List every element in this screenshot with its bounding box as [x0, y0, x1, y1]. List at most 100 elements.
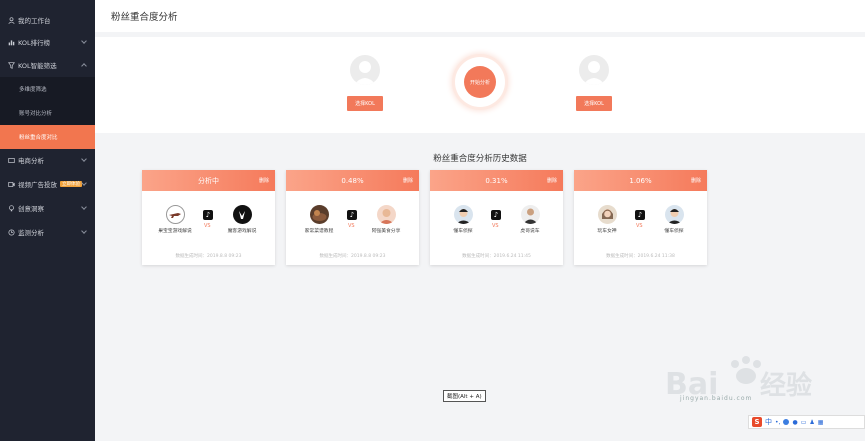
sub-item-account-compare[interactable]: 账号对比分析	[0, 101, 95, 125]
kol-right[interactable]: 阿强美食分享	[366, 205, 406, 234]
avatar	[664, 205, 684, 224]
screenshot-tooltip: 截图(Alt + A)	[443, 390, 486, 402]
avatar	[453, 205, 473, 224]
history-card[interactable]: 0.31% 删除 懂车侦探 ♪ VS 虎哥说车 数据生成时间：2019.6.24…	[430, 170, 563, 265]
overlap-value: 分析中	[198, 176, 219, 185]
avatar-placeholder	[350, 55, 380, 85]
tiktok-icon: ♪	[203, 210, 213, 220]
avatar	[165, 205, 185, 224]
kol-name: 虎哥说车	[520, 229, 540, 234]
delete-button[interactable]: 删除	[403, 177, 413, 184]
lang-toggle[interactable]: 中	[765, 417, 772, 427]
overlap-value: 0.48%	[341, 176, 364, 185]
kol-right[interactable]: 懂车侦探	[654, 205, 694, 234]
kol-name: 家常菜谱教程	[304, 229, 334, 234]
start-analysis-button[interactable]: 开始分析	[464, 66, 496, 98]
skin-icon: ♟	[809, 418, 815, 426]
bulb-icon	[7, 204, 15, 212]
nav-label: 监测分析	[18, 229, 44, 237]
timestamp: 数据生成时间：2019.8.8 09:23	[319, 254, 386, 259]
page-title: 粉丝重合度分析	[111, 12, 178, 23]
tiktok-icon: ♪	[491, 210, 501, 220]
nav-item-video-ads[interactable]: 视频广告投放 立即体验	[0, 173, 95, 195]
sub-item-multi-filter[interactable]: 多维度筛选	[0, 77, 95, 101]
card-header: 0.31% 删除	[430, 170, 563, 191]
ime-tray[interactable]: S 中 •, ● ▭ ♟ ▦	[748, 415, 865, 429]
chevron-up-icon	[81, 63, 87, 69]
timestamp: 数据生成时间：2019.6.24 11:38	[606, 254, 675, 259]
kol-right[interactable]: 虎哥说车	[510, 205, 550, 234]
nav-item-ecommerce[interactable]: 电商分析	[0, 149, 95, 171]
select-kol-left-button[interactable]: 选择KOL	[347, 96, 383, 111]
timestamp: 数据生成时间：2019.6.24 11:45	[462, 254, 531, 259]
vs-label: VS	[636, 223, 643, 229]
video-icon	[7, 180, 15, 188]
history-card[interactable]: 1.06% 删除 玩车女神 ♪ VS 懂车侦探 数据生成时间：2019.6.24…	[574, 170, 707, 265]
history-card[interactable]: 分析中 删除 果宝宝游戏解说 ♪ VS 魔客游戏解说 数据生成时间：2019.8…	[142, 170, 275, 265]
sub-item-label: 多维度筛选	[19, 87, 47, 93]
kol-left[interactable]: 果宝宝游戏解说	[155, 205, 195, 234]
page-header: 粉丝重合度分析	[95, 0, 865, 32]
chevron-down-icon	[81, 180, 87, 186]
sub-item-fan-overlap[interactable]: 粉丝重合度对比	[0, 125, 95, 149]
card-header: 分析中 删除	[142, 170, 275, 191]
keyboard-icon: ▭	[800, 418, 807, 426]
card-header: 1.06% 删除	[574, 170, 707, 191]
overlap-value: 1.06%	[629, 176, 652, 185]
mic-icon: ●	[792, 418, 798, 426]
nav-item-kol-rank[interactable]: KOL排行榜	[0, 31, 95, 53]
nav-label: KOL排行榜	[18, 39, 51, 47]
grid-icon: ▦	[817, 418, 824, 426]
avatar	[520, 205, 540, 224]
kol-right[interactable]: 魔客游戏解说	[222, 205, 262, 234]
kol-left[interactable]: 玩车女神	[587, 205, 627, 234]
sub-item-label: 粉丝重合度对比	[19, 135, 58, 141]
sub-item-label: 账号对比分析	[19, 111, 53, 117]
kol-name: 魔客游戏解说	[227, 229, 257, 234]
delete-button[interactable]: 删除	[547, 177, 557, 184]
kol-name: 懂车侦探	[453, 229, 473, 234]
kol-name: 阿强美食分享	[371, 229, 401, 234]
nav-item-workbench[interactable]: 我的工作台	[0, 9, 95, 31]
nav-label: 电商分析	[18, 157, 44, 165]
delete-button[interactable]: 删除	[259, 177, 269, 184]
avatar-placeholder	[579, 55, 609, 85]
chevron-down-icon	[81, 38, 87, 44]
nav-label: 视频广告投放	[18, 181, 57, 189]
nav-label: 创意洞察	[18, 205, 44, 213]
nav-label: KOL智能筛选	[18, 62, 57, 70]
svg-text:经验: 经验	[760, 370, 812, 401]
nav-item-creative[interactable]: 创意洞察	[0, 197, 95, 219]
cart-icon	[7, 156, 15, 164]
kol-name: 果宝宝游戏解说	[158, 229, 192, 234]
nav-item-kol-filter[interactable]: KOL智能筛选	[0, 54, 95, 76]
status-badge: 立即体验	[60, 181, 82, 187]
delete-button[interactable]: 删除	[691, 177, 701, 184]
watermark-logo: Bai 经验	[665, 356, 812, 402]
kol-name: 懂车侦探	[664, 229, 684, 234]
history-card[interactable]: 0.48% 删除 家常菜谱教程 ♪ VS 阿强美食分享 数据生成时间：2019.…	[286, 170, 419, 265]
vs-label: VS	[348, 223, 355, 229]
user-icon	[7, 16, 15, 24]
timestamp: 数据生成时间：2019.8.8 09:23	[175, 254, 242, 259]
start-analysis-ring: 开始分析	[455, 57, 505, 107]
kol-name: 玩车女神	[597, 229, 617, 234]
overlap-value: 0.31%	[485, 176, 508, 185]
select-kol-right-button[interactable]: 选择KOL	[576, 96, 612, 111]
kol-left[interactable]: 懂车侦探	[443, 205, 483, 234]
emoji-icon	[783, 419, 790, 425]
subnav: 多维度筛选 账号对比分析 粉丝重合度对比	[0, 77, 95, 149]
card-header: 0.48% 删除	[286, 170, 419, 191]
vs-label: VS	[204, 223, 211, 229]
tiktok-icon: ♪	[635, 210, 645, 220]
kol-slot-left[interactable]	[345, 55, 385, 85]
kol-left[interactable]: 家常菜谱教程	[299, 205, 339, 234]
nav-label: 我的工作台	[18, 17, 51, 25]
nav-item-monitor[interactable]: 监测分析	[0, 221, 95, 243]
avatar	[309, 205, 329, 224]
vs-label: VS	[492, 223, 499, 229]
kol-slot-right[interactable]	[574, 55, 614, 85]
history-title: 粉丝重合度分析历史数据	[433, 154, 527, 164]
monitor-icon	[7, 228, 15, 236]
sidebar: 我的工作台 KOL排行榜 KOL智能筛选 多维度筛选 账号对比分析 粉丝重合度对…	[0, 0, 95, 441]
